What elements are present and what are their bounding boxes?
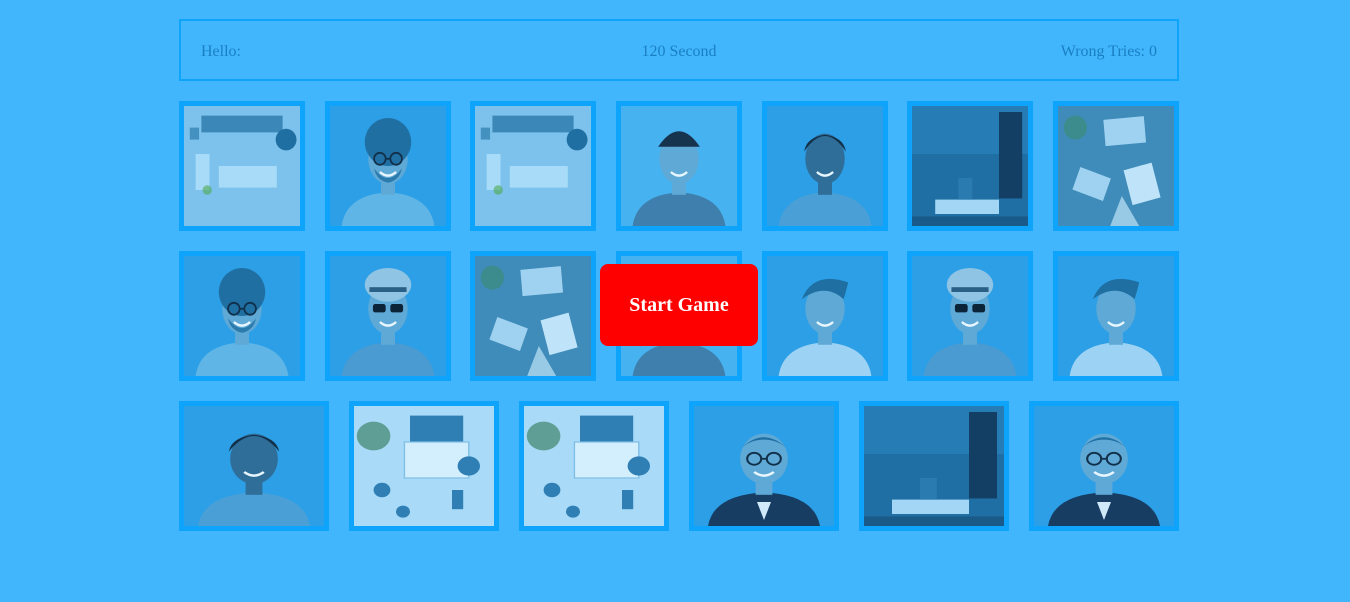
sunglasses-hat-man-image — [329, 256, 446, 376]
memory-card[interactable] — [907, 251, 1034, 381]
memory-card[interactable] — [1029, 401, 1179, 531]
smiling-woman-image — [766, 106, 883, 226]
sunglasses-hat-man-image — [912, 256, 1029, 376]
memory-card[interactable] — [519, 401, 669, 531]
laptop-desk-image — [475, 256, 592, 376]
memory-card[interactable] — [1053, 101, 1179, 231]
white-desk-flatlay-image — [524, 406, 664, 526]
memory-card[interactable] — [1053, 251, 1179, 381]
white-desk-flatlay-image — [354, 406, 494, 526]
memory-card[interactable] — [470, 101, 597, 231]
memory-card[interactable] — [179, 101, 305, 231]
dark-office-monitor-image — [864, 406, 1004, 526]
countdown-timer: 120 Second — [641, 43, 717, 60]
beanie-man-image — [621, 106, 737, 226]
workspace-desk-image — [475, 106, 592, 226]
memory-card[interactable] — [907, 101, 1034, 231]
memory-card[interactable] — [761, 251, 888, 381]
game-info-bar: Hello: 120 Second Wrong Tries: 0 — [179, 19, 1179, 81]
memory-card[interactable] — [324, 101, 451, 231]
wrong-tries-counter: Wrong Tries: 0 — [1060, 43, 1157, 60]
memory-card[interactable] — [470, 251, 597, 381]
suit-glasses-man-image — [694, 406, 834, 526]
memory-card[interactable] — [349, 401, 499, 531]
memory-card[interactable] — [179, 251, 305, 381]
laughing-man-image — [766, 256, 883, 376]
memory-card[interactable] — [324, 251, 451, 381]
memory-card[interactable] — [689, 401, 839, 531]
laughing-man-image — [1058, 256, 1174, 376]
laptop-desk-image — [1058, 106, 1174, 226]
suit-glasses-man-image — [1034, 406, 1174, 526]
dark-office-monitor-image — [912, 106, 1029, 226]
memory-card[interactable] — [179, 401, 329, 531]
workspace-desk-image — [184, 106, 300, 226]
card-row-1 — [179, 101, 1179, 231]
curly-hair-man-image — [184, 256, 300, 376]
card-row-3 — [179, 401, 1179, 531]
memory-card[interactable] — [761, 101, 888, 231]
smiling-woman-image — [184, 406, 324, 526]
curly-hair-man-image — [329, 106, 446, 226]
memory-card[interactable] — [859, 401, 1009, 531]
start-game-button[interactable]: Start Game — [600, 264, 758, 346]
memory-card[interactable] — [616, 101, 742, 231]
